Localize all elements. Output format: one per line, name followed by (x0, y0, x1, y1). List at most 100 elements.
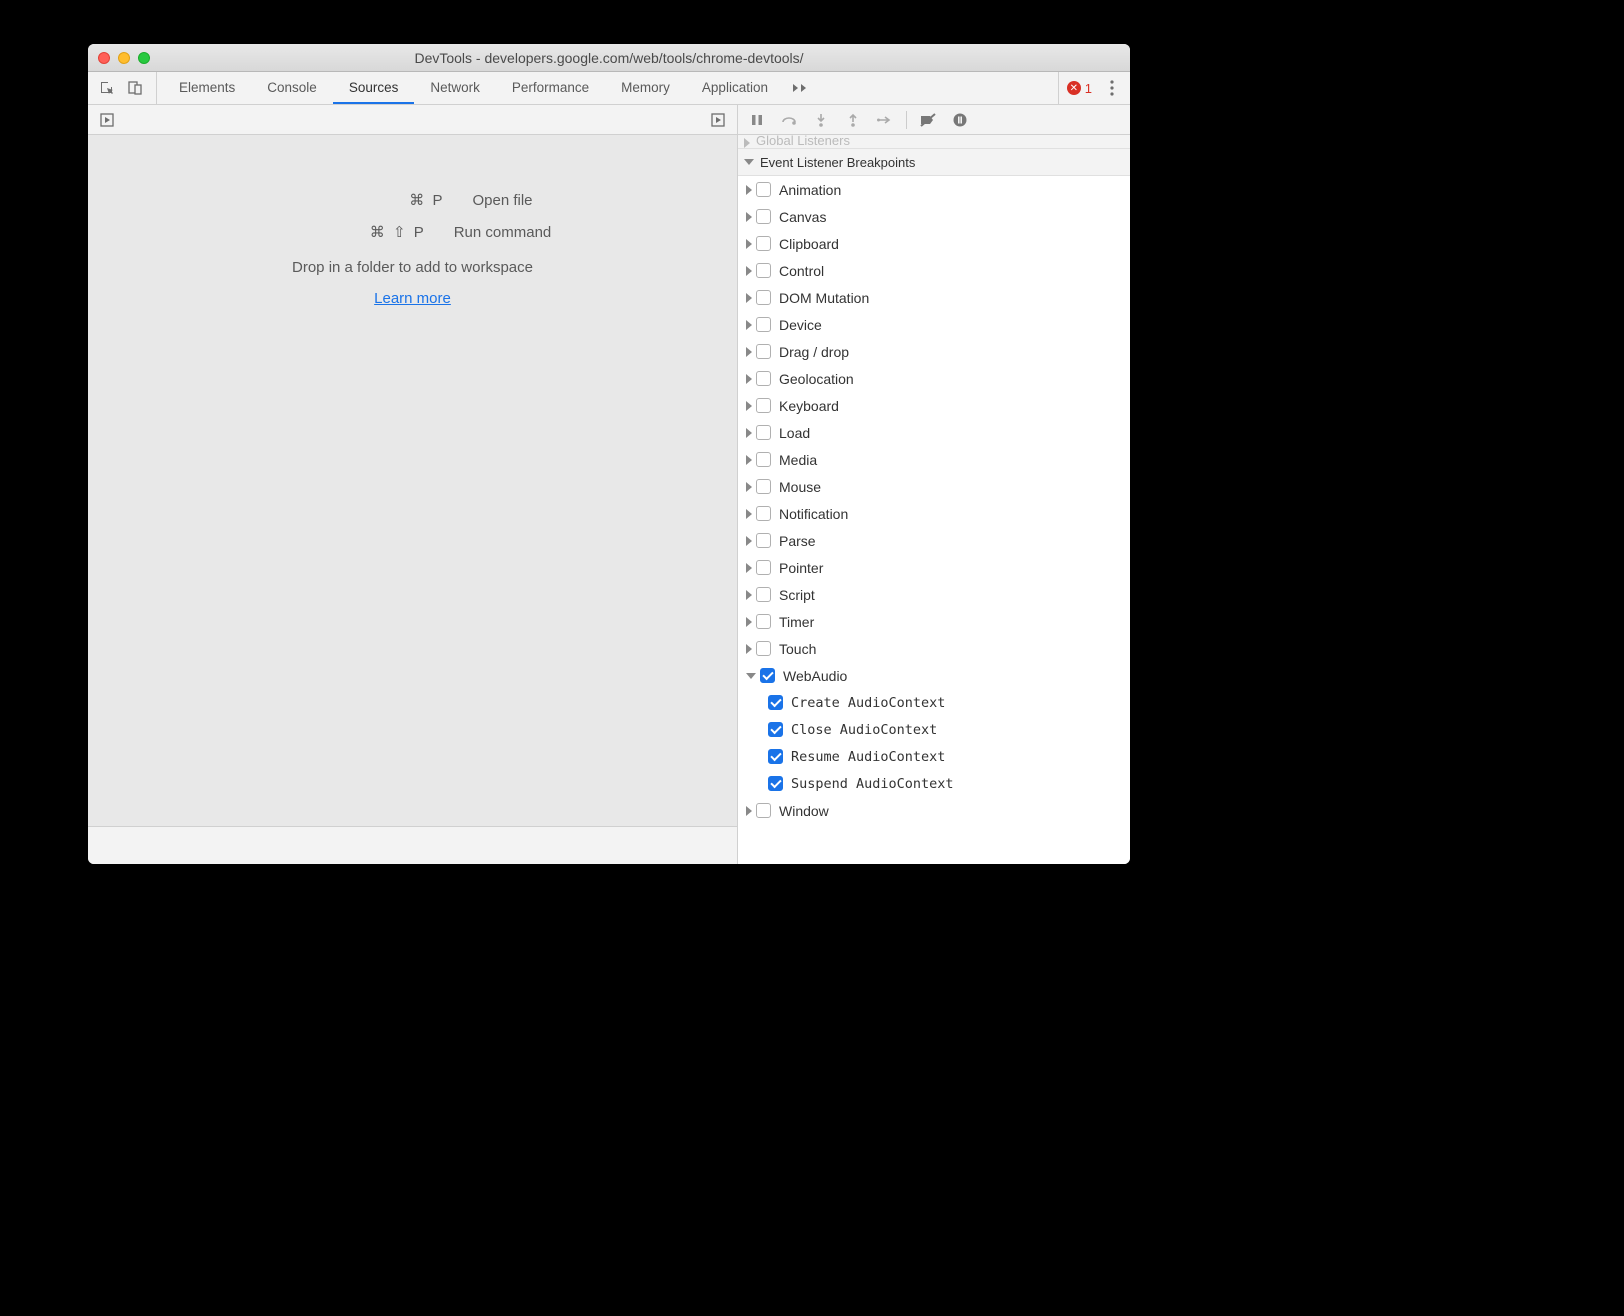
breakpoint-category[interactable]: Load (738, 419, 1130, 446)
checkbox[interactable] (768, 695, 783, 710)
tab-sources[interactable]: Sources (333, 72, 415, 104)
checkbox[interactable] (756, 236, 771, 251)
inspect-element-icon[interactable] (94, 75, 120, 101)
checkbox[interactable] (756, 506, 771, 521)
step-out-icon[interactable] (842, 109, 864, 131)
checkbox[interactable] (756, 182, 771, 197)
breakpoint-category[interactable]: Media (738, 446, 1130, 473)
breakpoint-category[interactable]: Touch (738, 635, 1130, 662)
breakpoint-item[interactable]: Suspend AudioContext (738, 770, 1130, 797)
event-listener-breakpoints-header[interactable]: Event Listener Breakpoints (738, 149, 1130, 175)
show-debugger-icon[interactable] (705, 107, 731, 133)
category-label: Clipboard (779, 236, 839, 252)
checkbox[interactable] (756, 587, 771, 602)
checkbox[interactable] (768, 749, 783, 764)
category-label: Keyboard (779, 398, 839, 414)
sources-footer (88, 826, 737, 864)
item-label: Suspend AudioContext (791, 776, 954, 792)
run-command-label: Run command (454, 224, 552, 241)
breakpoint-category[interactable]: Parse (738, 527, 1130, 554)
breakpoint-category[interactable]: WebAudio (738, 662, 1130, 689)
checkbox[interactable] (756, 398, 771, 413)
breakpoint-category[interactable]: Keyboard (738, 392, 1130, 419)
minimize-window-button[interactable] (118, 52, 130, 64)
sources-empty-state: ⌘ P Open file ⌘ ⇧ P Run command Drop in … (88, 135, 737, 826)
checkbox[interactable] (756, 425, 771, 440)
open-file-keys: ⌘ P (292, 191, 472, 209)
step-icon[interactable] (874, 109, 896, 131)
chevron-right-icon (746, 320, 752, 330)
breakpoint-category[interactable]: Notification (738, 500, 1130, 527)
step-over-icon[interactable] (778, 109, 800, 131)
chevron-right-icon (746, 482, 752, 492)
checkbox[interactable] (756, 317, 771, 332)
breakpoint-category[interactable]: Geolocation (738, 365, 1130, 392)
category-label: WebAudio (783, 668, 847, 684)
learn-more-link[interactable]: Learn more (374, 290, 451, 307)
breakpoint-item[interactable]: Create AudioContext (738, 689, 1130, 716)
checkbox[interactable] (768, 776, 783, 791)
deactivate-breakpoints-icon[interactable] (917, 109, 939, 131)
tabs-overflow-icon[interactable] (784, 81, 816, 96)
tab-console[interactable]: Console (251, 72, 333, 104)
pause-icon[interactable] (746, 109, 768, 131)
chevron-right-icon (746, 617, 752, 627)
checkbox[interactable] (756, 452, 771, 467)
breakpoint-category[interactable]: Control (738, 257, 1130, 284)
chevron-right-icon (746, 806, 752, 816)
tab-memory[interactable]: Memory (605, 72, 686, 104)
breakpoint-category[interactable]: Device (738, 311, 1130, 338)
checkbox[interactable] (756, 344, 771, 359)
breakpoint-category[interactable]: Canvas (738, 203, 1130, 230)
checkbox[interactable] (756, 614, 771, 629)
step-into-icon[interactable] (810, 109, 832, 131)
checkbox[interactable] (768, 722, 783, 737)
tab-elements[interactable]: Elements (163, 72, 251, 104)
checkbox[interactable] (756, 371, 771, 386)
checkbox[interactable] (756, 560, 771, 575)
show-navigator-icon[interactable] (94, 107, 120, 133)
breakpoint-category[interactable]: Mouse (738, 473, 1130, 500)
chevron-right-icon (746, 536, 752, 546)
debugger-pane: Global Listeners Event Listener Breakpoi… (738, 105, 1130, 864)
breakpoint-category[interactable]: Drag / drop (738, 338, 1130, 365)
breakpoint-item[interactable]: Close AudioContext (738, 716, 1130, 743)
category-label: Parse (779, 533, 816, 549)
checkbox[interactable] (756, 290, 771, 305)
chevron-right-icon (746, 590, 752, 600)
breakpoint-category[interactable]: Window (738, 797, 1130, 824)
breakpoint-category[interactable]: Pointer (738, 554, 1130, 581)
breakpoint-category[interactable]: Animation (738, 176, 1130, 203)
chevron-right-icon (744, 138, 750, 148)
checkbox[interactable] (756, 803, 771, 818)
error-badge[interactable]: ✕ 1 (1058, 72, 1100, 104)
chevron-down-icon (744, 159, 754, 165)
checkbox[interactable] (756, 479, 771, 494)
breakpoint-category[interactable]: Clipboard (738, 230, 1130, 257)
checkbox[interactable] (756, 641, 771, 656)
open-file-hint: ⌘ P Open file (292, 191, 532, 209)
pause-on-exceptions-icon[interactable] (949, 109, 971, 131)
section-title: Event Listener Breakpoints (760, 155, 915, 170)
chevron-right-icon (746, 185, 752, 195)
checkbox[interactable] (756, 209, 771, 224)
device-toolbar-icon[interactable] (122, 75, 148, 101)
checkbox[interactable] (756, 533, 771, 548)
tab-network[interactable]: Network (414, 72, 496, 104)
checkbox[interactable] (756, 263, 771, 278)
category-label: Device (779, 317, 822, 333)
debugger-toolbar (738, 105, 1130, 135)
category-label: Mouse (779, 479, 821, 495)
breakpoint-category[interactable]: Timer (738, 608, 1130, 635)
global-listeners-section[interactable]: Global Listeners (738, 135, 1130, 149)
category-label: Notification (779, 506, 848, 522)
tab-performance[interactable]: Performance (496, 72, 605, 104)
checkbox[interactable] (760, 668, 775, 683)
breakpoint-category[interactable]: DOM Mutation (738, 284, 1130, 311)
main-menu-icon[interactable] (1100, 80, 1124, 96)
breakpoint-category[interactable]: Script (738, 581, 1130, 608)
close-window-button[interactable] (98, 52, 110, 64)
zoom-window-button[interactable] (138, 52, 150, 64)
tab-application[interactable]: Application (686, 72, 784, 104)
breakpoint-item[interactable]: Resume AudioContext (738, 743, 1130, 770)
